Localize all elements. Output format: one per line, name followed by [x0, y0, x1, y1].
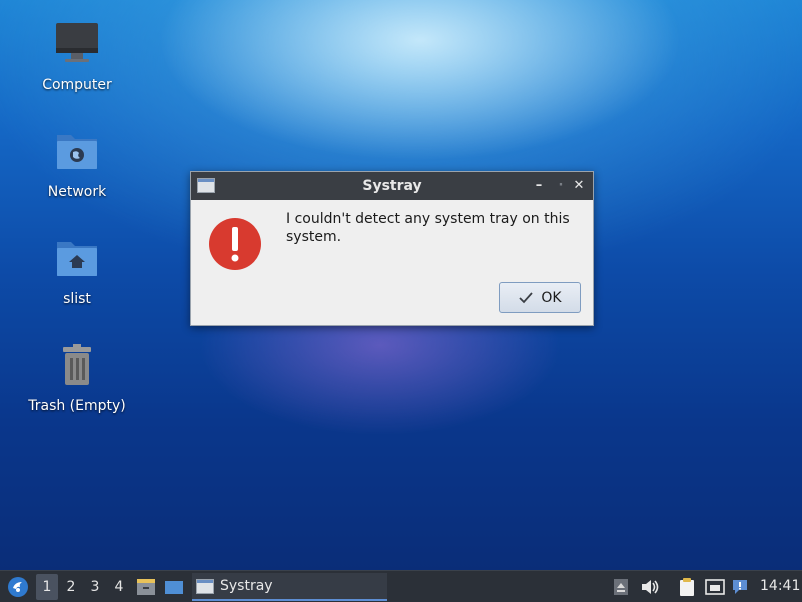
maximize-button[interactable]: · [552, 177, 570, 195]
window-icon [196, 578, 214, 594]
network-status-button[interactable] [703, 571, 727, 602]
home-folder-icon [57, 242, 97, 276]
workspace-3[interactable]: 3 [84, 571, 106, 602]
notifications-button[interactable] [729, 571, 751, 602]
file-manager-launcher[interactable] [134, 571, 158, 602]
start-menu-icon [8, 577, 28, 597]
ok-button-label: OK [541, 289, 562, 306]
desktop-icon-computer[interactable]: Computer [22, 20, 132, 94]
network-folder-icon [57, 135, 97, 169]
desktop-icon-label: Trash (Empty) [28, 398, 126, 414]
systray-dialog: Systray – · ✕ I couldn't detect any syst… [190, 171, 594, 326]
volume-button[interactable] [638, 571, 662, 602]
ok-button[interactable]: OK [499, 282, 581, 313]
dialog-message: I couldn't detect any system tray on thi… [286, 211, 570, 245]
start-menu-button[interactable] [4, 571, 32, 602]
desktop-icon-trash[interactable]: Trash (Empty) [22, 341, 132, 415]
desktop-icon-network[interactable]: Network [22, 127, 132, 201]
desktop-icon-label: slist [63, 291, 91, 307]
dialog-titlebar[interactable]: Systray – · ✕ [191, 172, 593, 200]
taskbar-panel: 1 2 3 4 Systray 14:41 [0, 570, 802, 602]
clipboard-icon [680, 578, 694, 596]
file-cabinet-icon [137, 579, 155, 595]
monitor-icon [56, 23, 98, 62]
eject-button[interactable] [611, 571, 631, 602]
ethernet-icon [705, 579, 725, 595]
trash-icon [63, 344, 91, 385]
desktop-icon-label: Network [47, 184, 107, 200]
workspace-4[interactable]: 4 [108, 571, 130, 602]
speaker-icon [642, 580, 659, 594]
desktop-icon-home[interactable]: slist [22, 234, 132, 308]
notification-icon [733, 580, 747, 594]
taskbar-item-systray[interactable]: Systray [192, 573, 387, 601]
checkmark-icon [519, 291, 534, 303]
show-desktop-button[interactable] [162, 571, 186, 602]
error-icon [209, 218, 261, 270]
workspace-2[interactable]: 2 [60, 571, 82, 602]
workspace-1[interactable]: 1 [36, 574, 58, 600]
panel-clock[interactable]: 14:41 [760, 578, 800, 594]
minimize-button[interactable]: – [530, 177, 548, 195]
taskbar-item-label: Systray [220, 578, 273, 594]
eject-icon [614, 579, 628, 595]
clipboard-button[interactable] [676, 571, 698, 602]
desktop-icon-label: Computer [42, 77, 112, 93]
desktop-icon [165, 581, 183, 594]
close-button[interactable]: ✕ [570, 177, 588, 195]
